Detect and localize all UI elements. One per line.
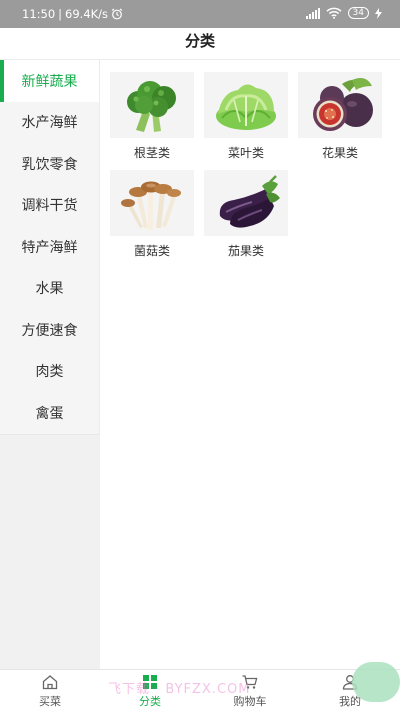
mushroom-icon: [110, 170, 194, 236]
subcategory-label: 菌菇类: [133, 244, 170, 258]
subcategory-eggplants[interactable]: 茄果类: [204, 170, 288, 260]
wifi-icon: [326, 7, 342, 19]
tab-category[interactable]: 分类: [100, 670, 200, 711]
tab-buy-groceries[interactable]: 买菜: [0, 670, 100, 711]
sidebar-item-instant-food[interactable]: 方便速食: [0, 309, 99, 351]
sidebar-item-label: 新鲜蔬果: [21, 73, 78, 90]
sidebar-item-fresh-produce[interactable]: 新鲜蔬果: [0, 60, 99, 102]
status-speed: 69.4K/s: [65, 7, 109, 21]
subcategory-label: 根茎类: [133, 146, 170, 160]
sidebar-item-fruit[interactable]: 水果: [0, 268, 99, 310]
sidebar-item-specialty-seafood[interactable]: 特产海鲜: [0, 226, 99, 268]
status-time: 11:50: [22, 7, 56, 21]
battery-indicator: 34: [347, 7, 369, 19]
category-sidebar: 新鲜蔬果 水产海鲜 乳饮零食 调料干货 特产海鲜 水果 方便速食 肉类 禽蛋: [0, 60, 100, 669]
fig-icon: [298, 72, 382, 138]
subcategory-grid: 根茎类 菜叶类 花果类 菌菇类 茄果类: [110, 72, 382, 260]
status-right: 34: [305, 7, 382, 19]
sidebar-item-label: 水果: [35, 281, 64, 298]
sidebar-item-seasonings[interactable]: 调料干货: [0, 185, 99, 227]
sidebar-item-label: 肉类: [35, 364, 64, 381]
status-bar: 11:50 | 69.4K/s 34: [0, 0, 400, 28]
sidebar-item-dairy-snacks[interactable]: 乳饮零食: [0, 143, 99, 185]
tab-label: 买菜: [39, 694, 61, 708]
header: 分类: [0, 28, 400, 60]
sidebar-item-label: 调料干货: [21, 198, 78, 215]
status-left: 11:50 | 69.4K/s: [22, 7, 123, 21]
page-title: 分类: [184, 32, 215, 50]
sidebar-item-poultry-eggs[interactable]: 禽蛋: [0, 392, 99, 434]
sidebar-item-label: 水产海鲜: [21, 115, 78, 132]
subcategory-leafy-vegetables[interactable]: 菜叶类: [204, 72, 288, 162]
floating-action-button[interactable]: [352, 662, 400, 702]
subcategory-label: 茄果类: [227, 244, 264, 258]
cart-icon: [242, 674, 258, 689]
subcategory-root-vegetables[interactable]: 根茎类: [110, 72, 194, 162]
broccoli-icon: [110, 72, 194, 138]
category-icon: [143, 674, 157, 689]
eggplant-icon: [204, 170, 288, 236]
sidebar-item-meat[interactable]: 肉类: [0, 351, 99, 393]
lettuce-icon: [204, 72, 288, 138]
subcategory-label: 菜叶类: [227, 146, 264, 160]
sidebar-item-label: 特产海鲜: [21, 239, 78, 256]
sidebar-item-aquatic-seafood[interactable]: 水产海鲜: [0, 102, 99, 144]
sidebar-empty-area: [0, 434, 100, 669]
charging-icon: [375, 7, 382, 19]
home-icon: [42, 674, 58, 689]
subcategory-label: 花果类: [321, 146, 358, 160]
sidebar-item-label: 乳饮零食: [21, 156, 78, 173]
subcategory-panel: 根茎类 菜叶类 花果类 菌菇类 茄果类: [100, 60, 400, 669]
sidebar-item-label: 方便速食: [21, 322, 78, 339]
subcategory-flower-fruit[interactable]: 花果类: [298, 72, 382, 162]
tab-label: 分类: [139, 694, 161, 708]
bottom-tab-bar: 买菜 分类 购物车 我的: [0, 669, 400, 711]
status-divider: |: [58, 7, 63, 21]
alarm-icon: [111, 8, 123, 20]
tab-cart[interactable]: 购物车: [200, 670, 300, 711]
tab-label: 购物车: [233, 694, 267, 708]
subcategory-mushrooms[interactable]: 菌菇类: [110, 170, 194, 260]
sidebar-item-label: 禽蛋: [35, 405, 64, 422]
signal-icon: [305, 7, 320, 19]
